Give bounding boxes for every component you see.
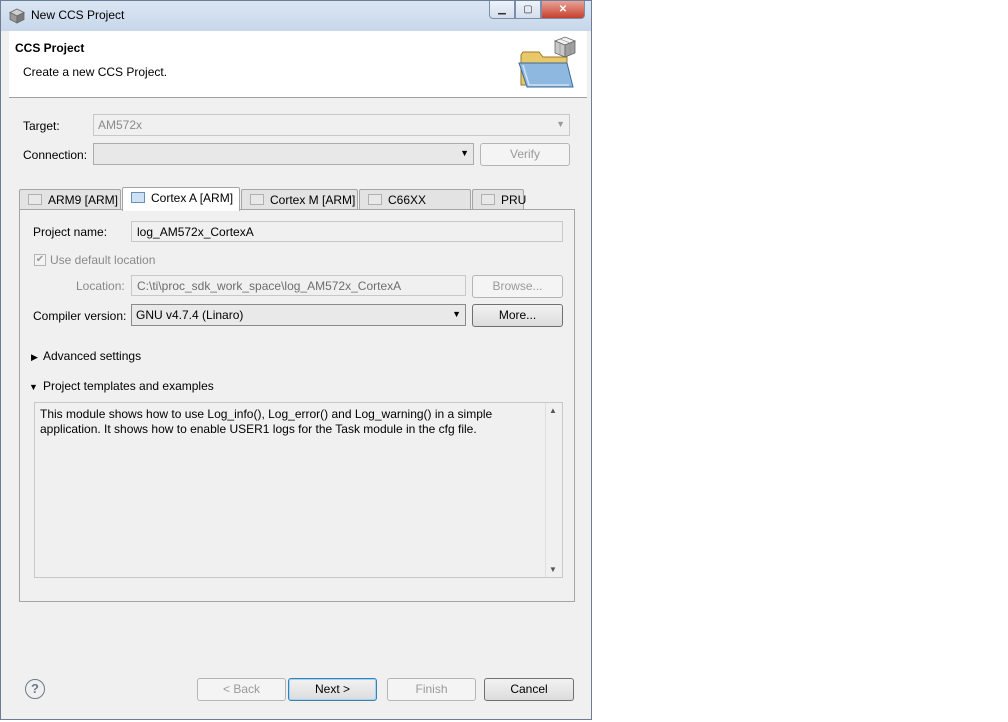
cancel-button[interactable]: Cancel <box>484 678 574 701</box>
help-icon[interactable]: ? <box>25 679 45 699</box>
location-field[interactable]: C:\ti\proc_sdk_work_space\log_AM572x_Cor… <box>131 275 466 296</box>
minimize-icon[interactable]: ▁ <box>489 1 515 19</box>
app-cube-icon <box>9 8 25 24</box>
compiler-version-value: GNU v4.7.4 (Linaro) <box>136 308 244 322</box>
compiler-version-combo[interactable]: GNU v4.7.4 (Linaro) ▼ <box>131 304 466 326</box>
tab-arm9[interactable]: ARM9 [ARM] <box>19 189 121 210</box>
connection-label: Connection: <box>23 148 88 162</box>
maximize-icon[interactable]: ▢ <box>515 1 541 19</box>
tab-label: Cortex M [ARM] <box>270 193 356 207</box>
page-title: CCS Project <box>15 41 85 55</box>
target-label: Target: <box>23 119 60 133</box>
chevron-down-icon[interactable]: ▼ <box>29 382 38 392</box>
connection-combo[interactable]: ▼ <box>93 143 474 165</box>
chevron-down-icon: ▼ <box>452 309 461 319</box>
tab-label: Cortex A [ARM] <box>151 191 234 205</box>
template-description[interactable]: This module shows how to use Log_info(),… <box>34 402 563 578</box>
browse-button[interactable]: Browse... <box>472 275 563 298</box>
more-button[interactable]: More... <box>472 304 563 327</box>
close-icon[interactable]: ✕ <box>541 1 585 19</box>
tab-cortex-a[interactable]: Cortex A [ARM] <box>122 187 240 211</box>
tab-panel-cortex-a: Project name: log_AM572x_CortexA ✔ Use d… <box>19 209 575 602</box>
compiler-version-label: Compiler version: <box>33 309 127 323</box>
finish-button[interactable]: Finish <box>387 678 476 701</box>
scroll-up-icon[interactable]: ▲ <box>549 406 557 415</box>
chevron-down-icon: ▼ <box>460 148 469 158</box>
vertical-scrollbar[interactable]: ▲ ▼ <box>545 403 562 577</box>
tab-label: PRU <box>501 193 527 207</box>
project-templates-toggle[interactable]: Project templates and examples <box>43 379 214 393</box>
folder-tab-icon <box>131 192 145 203</box>
wizard-header: CCS Project Create a new CCS Project. <box>9 31 587 98</box>
folder-tab-icon <box>481 194 495 205</box>
chevron-right-icon[interactable]: ▶ <box>31 352 38 363</box>
use-default-location-checkbox[interactable]: ✔ <box>34 254 46 266</box>
folder-tab-icon <box>368 194 382 205</box>
tab-cortex-m[interactable]: Cortex M [ARM] <box>241 189 358 210</box>
project-name-field[interactable]: log_AM572x_CortexA <box>131 221 563 242</box>
tab-label: ARM9 [ARM] <box>48 193 119 207</box>
project-name-label: Project name: <box>33 225 108 239</box>
tab-pru[interactable]: PRU <box>472 189 527 210</box>
new-ccs-project-dialog: New CCS Project ▁ ▢ ✕ CCS Project Create… <box>0 0 592 720</box>
page-subtitle: Create a new CCS Project. <box>23 65 168 79</box>
verify-button[interactable]: Verify <box>480 143 570 166</box>
title-bar[interactable]: New CCS Project ▁ ▢ ✕ <box>1 1 591 31</box>
tab-c66xx[interactable]: C66XX [C6000] <box>359 189 471 227</box>
folder-wizard-icon <box>518 36 577 88</box>
description-text: This module shows how to use Log_info(),… <box>40 407 493 436</box>
folder-tab-icon <box>28 194 42 205</box>
back-button[interactable]: < Back <box>197 678 286 701</box>
window-title: New CCS Project <box>31 8 125 22</box>
use-default-location-label: Use default location <box>50 253 156 267</box>
chevron-down-icon: ▼ <box>556 119 565 129</box>
advanced-settings-toggle[interactable]: Advanced settings <box>43 349 141 363</box>
target-combo[interactable]: AM572x ▼ <box>93 114 570 136</box>
caption-buttons: ▁ ▢ ✕ <box>489 1 585 21</box>
target-value: AM572x <box>98 118 143 132</box>
location-label: Location: <box>76 279 125 293</box>
next-button[interactable]: Next > <box>288 678 377 701</box>
scroll-down-icon[interactable]: ▼ <box>549 565 557 574</box>
folder-tab-icon <box>250 194 264 205</box>
